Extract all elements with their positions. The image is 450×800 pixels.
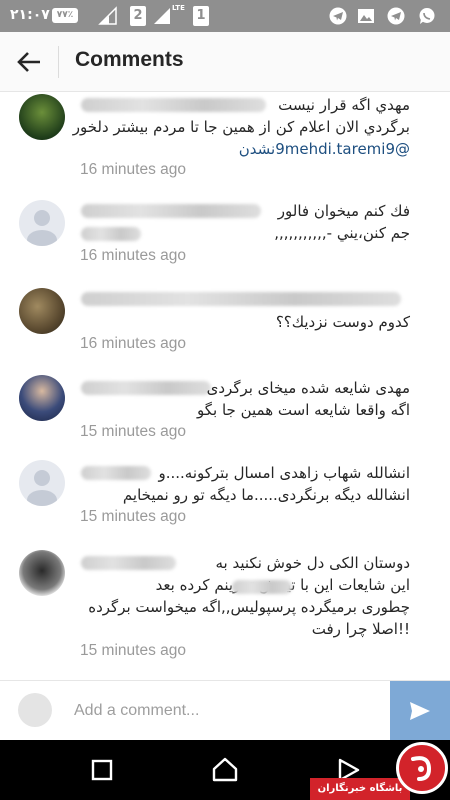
home-icon[interactable]	[211, 756, 239, 784]
comment-item[interactable]: فك كنم ميخوان فالور جم كنن،يني -,,,,,,,,…	[0, 200, 450, 280]
comment-text-line: دوستان الکی دل خوش نکنید به	[215, 554, 410, 572]
comment-mention[interactable]: @9mehdi.taremi9نشدن	[239, 140, 410, 158]
battery-saver-badge: ۷۷٪	[52, 8, 78, 23]
send-icon	[410, 702, 430, 720]
username-blurred[interactable]	[81, 292, 401, 306]
signal-lte-icon	[154, 8, 170, 24]
comment-timestamp: 15 minutes ago	[80, 642, 186, 659]
comment-text-line: كدوم دوست نزديك؟؟	[275, 313, 410, 331]
avatar[interactable]	[19, 200, 65, 246]
telegram-icon	[329, 7, 347, 25]
watermark-logo	[396, 742, 448, 794]
status-bar: ۲۱:۰۷ ۷۷٪ 2 LTE 1	[0, 0, 450, 32]
username-blurred[interactable]	[81, 381, 211, 395]
telegram-icon-2	[387, 7, 405, 25]
avatar[interactable]	[19, 550, 65, 596]
default-avatar-icon	[27, 470, 57, 506]
comment-timestamp: 15 minutes ago	[80, 508, 186, 525]
header-divider	[58, 46, 59, 78]
mention-blurred[interactable]	[81, 227, 141, 241]
comment-text-line: برگردي الان اعلام كن از همين جا تا مردم …	[72, 118, 410, 136]
comments-header: Comments	[0, 32, 450, 92]
comment-text-line: انشالله دیگه برنگردی.....ما دیگه تو رو ن…	[122, 486, 410, 504]
comment-item[interactable]: كدوم دوست نزديك؟؟ 16 minutes ago	[0, 288, 450, 358]
comment-timestamp: 16 minutes ago	[80, 247, 186, 264]
comment-text-line: !!اصلا چرا رفت	[311, 620, 410, 638]
comment-composer	[0, 680, 450, 741]
avatar[interactable]	[19, 94, 65, 140]
comment-input[interactable]	[74, 700, 374, 722]
sim-slot-2-icon: 2	[130, 6, 146, 26]
comment-text-line: چطوری برمیگرده پرسپولیس,,اگه میخواست برگ…	[88, 598, 410, 616]
watermark-label: باشگاه خبرنگاران	[310, 778, 410, 800]
comment-timestamp: 16 minutes ago	[80, 335, 186, 352]
username-blurred[interactable]	[81, 204, 261, 218]
username-blurred[interactable]	[81, 98, 266, 112]
comment-timestamp: 16 minutes ago	[80, 161, 186, 178]
comment-item[interactable]: دوستان الکی دل خوش نکنید به این شایعات ا…	[0, 550, 450, 660]
avatar[interactable]	[19, 460, 65, 506]
status-time: ۲۱:۰۷	[10, 7, 50, 23]
mention-blurred[interactable]	[232, 580, 292, 594]
back-arrow-icon[interactable]	[16, 49, 42, 75]
current-user-avatar	[18, 693, 52, 727]
recents-icon[interactable]	[88, 756, 116, 784]
whatsapp-icon	[419, 8, 435, 24]
gallery-icon	[358, 9, 374, 23]
comment-text-line: مهدي اگه قرار نیست	[278, 96, 410, 114]
comment-item[interactable]: انشالله شهاب زاهدی امسال بترکونه....و ان…	[0, 460, 450, 530]
send-button[interactable]	[390, 681, 450, 741]
comment-item[interactable]: مهدی شایعه شده میخای برگردی اگه واقعا شا…	[0, 375, 450, 445]
comment-text-line: انشالله شهاب زاهدی امسال بترکونه....و	[158, 464, 410, 482]
comments-list[interactable]: مهدي اگه قرار نیست برگردي الان اعلام كن …	[0, 92, 450, 680]
comment-text-line: مهدی شایعه شده میخای برگردی	[206, 379, 410, 397]
avatar[interactable]	[19, 288, 65, 334]
comment-text-line: اگه واقعا شایعه است همین جا بگو	[197, 401, 410, 419]
comment-timestamp: 15 minutes ago	[80, 423, 186, 440]
sim-slot-1-icon: 1	[193, 6, 209, 26]
watermark-logo-icon	[411, 756, 432, 781]
avatar[interactable]	[19, 375, 65, 421]
comment-text-line: فك كنم ميخوان فالور	[277, 202, 410, 220]
username-blurred[interactable]	[81, 556, 176, 570]
signal-icon	[98, 6, 117, 25]
page-title: Comments	[75, 48, 184, 71]
comment-item[interactable]: مهدي اگه قرار نیست برگردي الان اعلام كن …	[0, 92, 450, 192]
username-blurred[interactable]	[81, 466, 151, 480]
default-avatar-icon	[27, 210, 57, 246]
network-type: LTE	[172, 4, 185, 12]
comment-text-line: جم كنن،يني -,,,,,,,,,,,	[274, 224, 410, 242]
